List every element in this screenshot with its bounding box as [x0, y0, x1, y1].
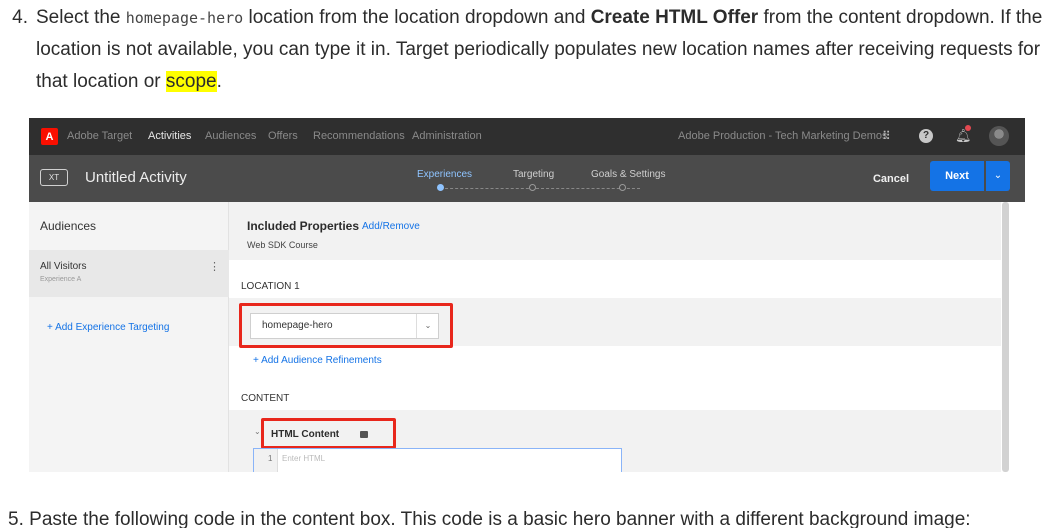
help-icon[interactable]: ? [919, 129, 933, 143]
collapse-chevron-icon[interactable]: ⌄ [254, 427, 261, 436]
add-experience-targeting-link[interactable]: + Add Experience Targeting [47, 322, 169, 333]
avatar[interactable] [989, 126, 1009, 146]
notification-dot [965, 125, 971, 131]
nav-audiences[interactable]: Audiences [205, 130, 256, 142]
scrollbar[interactable] [1002, 202, 1009, 472]
activity-title[interactable]: Untitled Activity [85, 169, 187, 186]
add-audience-refinements-link[interactable]: + Add Audience Refinements [253, 355, 382, 366]
step-4-text-2: location from the location dropdown and [243, 7, 591, 28]
content-label: CONTENT [241, 393, 290, 404]
step-progress-line [440, 188, 640, 190]
nav-activities[interactable]: Activities [148, 130, 191, 142]
nav-administration[interactable]: Administration [412, 130, 482, 142]
top-nav: A Adobe Target Activities Audiences Offe… [29, 118, 1025, 155]
nav-recommendations[interactable]: Recommendations [313, 130, 405, 142]
step-4-text-1: Select the [36, 7, 126, 28]
create-offer-text: Create HTML Offer [590, 7, 759, 28]
sidebar-heading: Audiences [40, 219, 97, 233]
content-callout [261, 418, 396, 449]
step-5-paragraph: 5. Paste the following code in the conte… [8, 504, 971, 528]
cancel-button[interactable]: Cancel [865, 167, 917, 191]
location-label: LOCATION 1 [241, 281, 300, 292]
xt-badge: XT [40, 169, 68, 186]
editor-gutter: 1 [254, 449, 278, 472]
add-remove-link[interactable]: Add/Remove [362, 221, 420, 232]
experience-editor: Included Properties Add/Remove Web SDK C… [229, 202, 1025, 472]
tab-targeting[interactable]: Targeting [513, 169, 554, 180]
chevron-down-icon[interactable]: ⌄ [986, 161, 1010, 191]
html-editor[interactable]: 1 Enter HTML [253, 448, 622, 472]
progress-dot-2 [529, 184, 536, 191]
audiences-sidebar: Audiences All Visitors Experience A ⋮ + … [29, 202, 229, 472]
location-callout [239, 303, 453, 348]
highlighted-scope: scope [165, 71, 217, 92]
more-options-icon[interactable]: ⋮ [209, 262, 220, 273]
step-number: 5. [8, 509, 24, 528]
tab-experiences[interactable]: Experiences [417, 169, 472, 180]
step-number: 4. [12, 7, 28, 28]
tab-goals-settings[interactable]: Goals & Settings [591, 169, 665, 180]
editor-placeholder: Enter HTML [282, 454, 326, 463]
adobe-logo-icon: A [41, 128, 58, 145]
next-button[interactable]: Next [930, 161, 984, 191]
brand-name[interactable]: Adobe Target [67, 130, 132, 142]
step-5-text: Paste the following code in the content … [29, 509, 971, 528]
activity-header: XT Untitled Activity Experiences Targeti… [29, 155, 1025, 202]
step-4-body: Select the homepage-hero location from t… [36, 2, 1051, 98]
experience-name: Experience A [40, 276, 82, 283]
apps-grid-icon[interactable]: ⠿ [882, 129, 896, 143]
included-properties-title: Included Properties [247, 219, 360, 233]
org-name[interactable]: Adobe Production - Tech Marketing Demos [678, 130, 888, 142]
progress-dot-3 [619, 184, 626, 191]
sidebar-item-all-visitors[interactable]: All Visitors Experience A ⋮ [29, 250, 229, 297]
nav-offers[interactable]: Offers [268, 130, 298, 142]
step-4-text-4: . [216, 71, 222, 92]
adobe-target-screenshot: A Adobe Target Activities Audiences Offe… [29, 118, 1025, 472]
line-number: 1 [268, 454, 273, 463]
location-code: homepage-hero [125, 9, 244, 27]
progress-dot-1 [437, 184, 444, 191]
audience-name: All Visitors [40, 261, 87, 272]
property-name: Web SDK Course [247, 240, 318, 250]
